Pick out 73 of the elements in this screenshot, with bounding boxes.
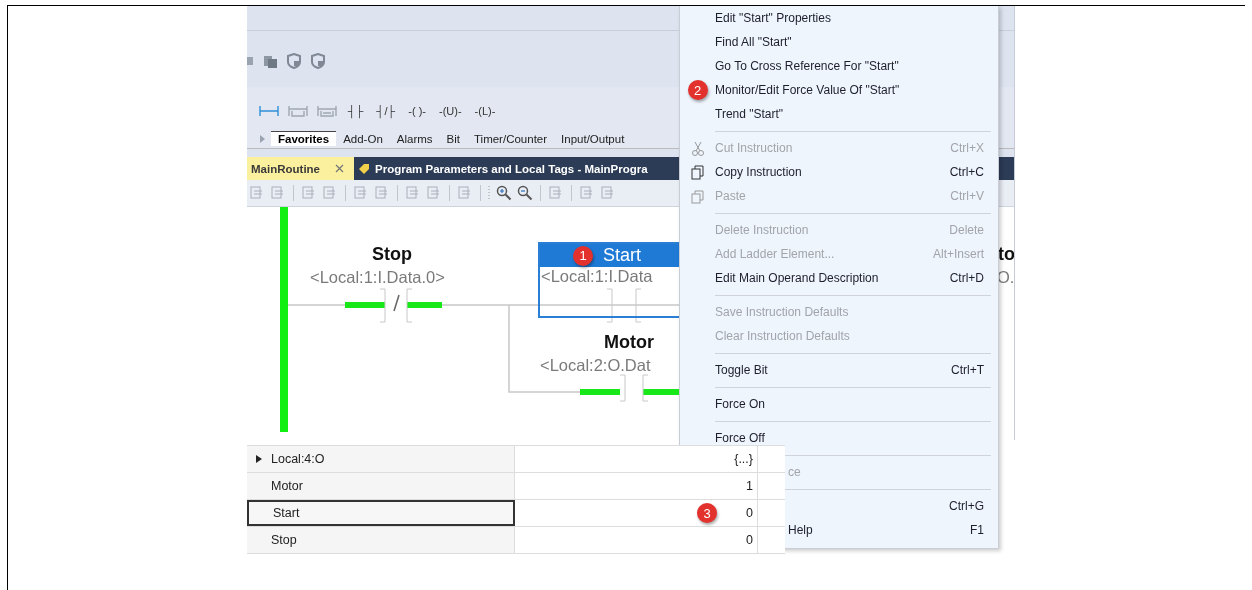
instruction-button[interactable]: -(U)- bbox=[436, 105, 464, 117]
menu-item[interactable]: Ctrl+G bbox=[788, 494, 998, 518]
instruction-button[interactable]: ┤/├ bbox=[374, 105, 398, 117]
table-cell: {...} bbox=[734, 452, 753, 466]
callout-badge: 1 bbox=[573, 245, 593, 266]
toolbar-icon[interactable] bbox=[600, 185, 616, 201]
menu-item[interactable]: Go To Cross Reference For "Start" bbox=[680, 54, 998, 78]
branch-icon[interactable] bbox=[317, 103, 337, 119]
palette-tab[interactable]: Bit bbox=[439, 131, 467, 146]
menu-item[interactable]: 2 Monitor/Edit Force Value Of "Start" bbox=[680, 78, 998, 102]
toolbar-icon[interactable] bbox=[457, 185, 473, 201]
table-row[interactable]: Local:4:O {...} bbox=[247, 446, 785, 473]
expand-arrow-icon[interactable] bbox=[255, 454, 263, 464]
tag-name: Stop bbox=[372, 244, 412, 265]
tag-name: Start bbox=[603, 245, 641, 266]
callout-badge: 3 bbox=[697, 503, 717, 523]
toolbar-icon[interactable] bbox=[374, 185, 390, 201]
clipboard-icon bbox=[690, 188, 705, 204]
table-cell: 0 bbox=[746, 533, 753, 547]
table-cell: Stop bbox=[271, 533, 297, 547]
close-icon[interactable] bbox=[335, 164, 344, 173]
zoom-in-icon[interactable] bbox=[496, 185, 512, 201]
scroll-arrow-icon[interactable] bbox=[259, 133, 266, 144]
document-tab[interactable]: Program Parameters and Local Tags - MainProgra bbox=[354, 157, 656, 180]
toolbar-icon[interactable] bbox=[270, 185, 286, 201]
menu-item[interactable]: Force On bbox=[680, 392, 998, 416]
scissors-icon bbox=[690, 140, 705, 156]
menu-item[interactable]: Edit "Start" Properties bbox=[680, 6, 998, 30]
table-cell: Motor bbox=[271, 479, 303, 493]
table-row[interactable]: Stop 0 bbox=[247, 527, 785, 554]
tag-icon bbox=[358, 162, 370, 175]
document-tab[interactable]: MainRoutine bbox=[247, 157, 354, 180]
instruction-button[interactable]: -( )- bbox=[406, 105, 428, 117]
toolbar-icon[interactable] bbox=[548, 185, 564, 201]
menu-item[interactable]: Toggle Bit Ctrl+T bbox=[680, 358, 998, 382]
tag-name: Motor bbox=[604, 332, 654, 353]
table-row[interactable]: Motor 1 bbox=[247, 473, 785, 500]
menu-item[interactable]: Help F1 bbox=[788, 518, 998, 542]
menu-item[interactable]: Find All "Start" bbox=[680, 30, 998, 54]
tag-address: <Local:1:I.Data.0> bbox=[310, 268, 445, 287]
branch-icon[interactable] bbox=[259, 103, 279, 119]
toolbar-icon[interactable] bbox=[353, 185, 369, 201]
table-cell: 0 bbox=[746, 506, 753, 520]
menu-item[interactable]: Trend "Start" bbox=[680, 102, 998, 126]
tag-name: to bbox=[998, 244, 1014, 265]
toolbar-icon[interactable] bbox=[301, 185, 317, 201]
table-cell: Start bbox=[273, 506, 300, 520]
zoom-out-icon[interactable] bbox=[517, 185, 533, 201]
shield-icon[interactable] bbox=[286, 53, 302, 69]
palette-tab[interactable]: Alarms bbox=[389, 131, 440, 146]
tag-address: <Local:1:I.Data bbox=[540, 267, 654, 286]
copy-icon bbox=[690, 164, 705, 180]
palette-tab[interactable]: Favorites bbox=[271, 131, 337, 146]
grip-icon[interactable] bbox=[488, 185, 491, 201]
toolbar-icon[interactable] bbox=[579, 185, 595, 201]
toolbar-icon[interactable] bbox=[405, 185, 421, 201]
toolbar-icon[interactable] bbox=[426, 185, 442, 201]
palette-tab[interactable]: Timer/Counter bbox=[467, 131, 555, 146]
table-cell: 1 bbox=[746, 479, 753, 493]
callout-badge: 2 bbox=[687, 80, 708, 100]
toolbar-icon[interactable] bbox=[322, 185, 338, 201]
shield-icon[interactable] bbox=[310, 53, 326, 69]
branch-icon[interactable] bbox=[288, 103, 308, 119]
menu-item[interactable]: Copy Instruction Ctrl+C bbox=[680, 160, 998, 184]
tags-icon[interactable] bbox=[262, 53, 278, 69]
table-cell: Local:4:O bbox=[271, 452, 325, 466]
instruction-button[interactable]: -(L)- bbox=[472, 105, 498, 117]
instruction-button[interactable]: ┤├ bbox=[346, 105, 366, 117]
palette-tab[interactable]: Add-On bbox=[336, 131, 390, 146]
table-row[interactable]: Start 3 0 bbox=[247, 500, 785, 527]
tag-address: <Local:2:O.Dat bbox=[540, 356, 651, 375]
palette-tab[interactable]: Input/Output bbox=[554, 131, 632, 146]
toolbar-icon[interactable] bbox=[249, 185, 265, 201]
